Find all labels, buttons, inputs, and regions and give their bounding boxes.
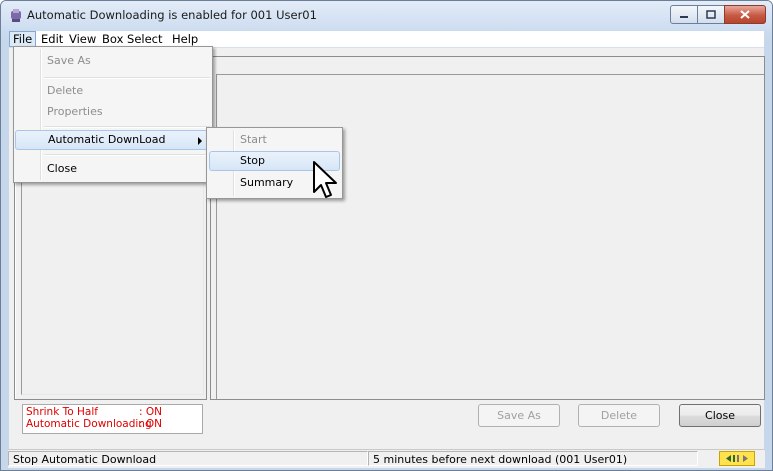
- submenu-arrow-icon: [198, 137, 202, 145]
- menu-edit[interactable]: Edit: [38, 32, 66, 46]
- menu-help[interactable]: Help: [169, 32, 201, 46]
- title-bar[interactable]: Automatic Downloading is enabled for 001…: [1, 1, 772, 31]
- settings-status-box: Shrink To Half : ON Automatic Downloadin…: [22, 404, 203, 434]
- status-value: : ON: [139, 418, 162, 430]
- menu-separator: [44, 77, 210, 79]
- maximize-icon: [706, 10, 716, 19]
- minimize-icon: [680, 15, 688, 18]
- menu-item-properties[interactable]: Properties: [16, 102, 210, 122]
- status-message: Stop Automatic Download: [8, 451, 368, 466]
- menu-item-close[interactable]: Close: [16, 159, 210, 179]
- save-as-button[interactable]: Save As: [478, 404, 560, 427]
- app-icon: [11, 9, 21, 22]
- menu-item-delete[interactable]: Delete: [16, 81, 210, 101]
- status-value: : ON: [139, 406, 162, 418]
- close-button[interactable]: Close: [679, 404, 761, 427]
- maximize-button[interactable]: [697, 5, 725, 24]
- file-menu-dropdown: Save As Delete Properties Automatic Down…: [13, 46, 213, 183]
- status-key: Shrink To Half: [26, 406, 98, 418]
- status-next-download: 5 minutes before next download (001 User…: [368, 451, 698, 466]
- menu-separator: [44, 126, 210, 128]
- menu-separator: [44, 154, 210, 156]
- menu-item-save-as[interactable]: Save As: [16, 51, 210, 71]
- menu-box-select[interactable]: Box Select: [99, 32, 166, 46]
- status-key: Automatic Downloading: [26, 418, 152, 430]
- status-row-auto-download: Automatic Downloading : ON: [26, 418, 202, 430]
- download-indicator-icon: [726, 455, 748, 462]
- status-bar: Stop Automatic Download 5 minutes before…: [8, 449, 765, 468]
- status-row-shrink: Shrink To Half : ON: [26, 406, 202, 418]
- delete-button[interactable]: Delete: [578, 404, 660, 427]
- menu-item-label: Automatic DownLoad: [48, 133, 166, 146]
- caption-buttons: [670, 5, 766, 24]
- submenu-item-start[interactable]: Start: [209, 130, 340, 150]
- minimize-button[interactable]: [670, 5, 698, 24]
- close-icon: [740, 10, 750, 19]
- window-title: Automatic Downloading is enabled for 001…: [27, 8, 317, 22]
- menu-file[interactable]: File: [9, 31, 37, 47]
- menu-view[interactable]: View: [66, 32, 99, 46]
- download-indicator: [719, 451, 755, 466]
- mouse-pointer-icon: [313, 161, 337, 198]
- close-window-button[interactable]: [724, 5, 766, 24]
- document-list-pane[interactable]: [210, 56, 765, 400]
- menu-item-automatic-download[interactable]: Automatic DownLoad: [15, 130, 211, 150]
- document-list-view[interactable]: [216, 74, 764, 399]
